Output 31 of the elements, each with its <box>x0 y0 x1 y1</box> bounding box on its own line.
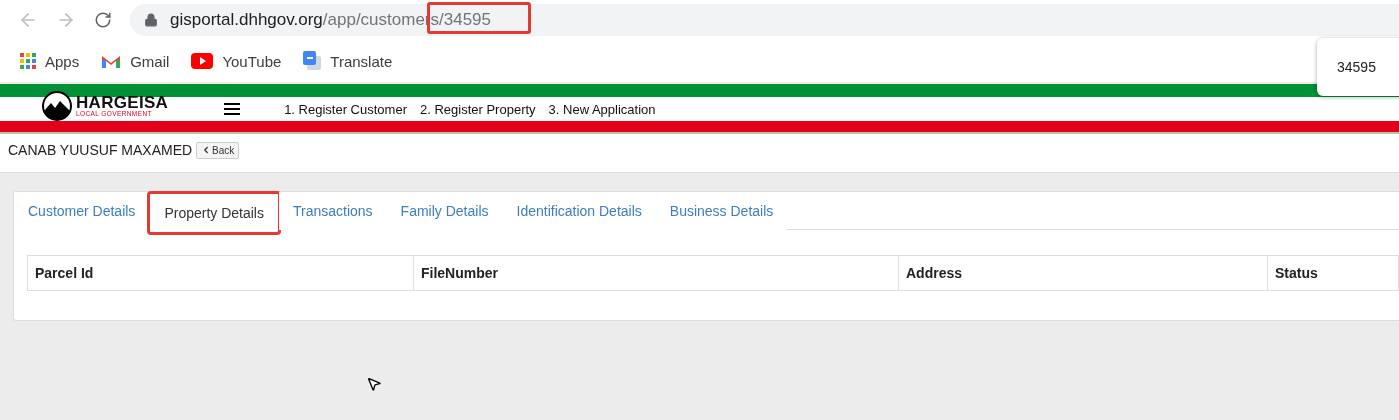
cursor-icon <box>366 376 382 392</box>
url-host: gisportal.dhhgov.org <box>170 10 323 30</box>
nav-link[interactable]: 1. Register Customer <box>284 101 407 117</box>
bookmark-label[interactable]: YouTube <box>222 52 282 70</box>
apps-grid-icon <box>20 53 36 69</box>
tab[interactable]: Property Details <box>149 193 279 233</box>
mail-icon <box>101 53 122 69</box>
bookmark-label[interactable]: Translate <box>330 52 393 70</box>
reload-icon[interactable] <box>94 11 112 29</box>
translate-icon <box>303 51 322 71</box>
bookmark-label[interactable]: Apps <box>45 52 80 70</box>
column-header: FileNumber <box>414 256 899 290</box>
tab[interactable]: Transactions <box>278 192 387 230</box>
tooltip: 34595 <box>1317 38 1399 96</box>
bookmark[interactable]: YouTube <box>191 52 282 70</box>
bookmark[interactable]: Apps <box>20 52 80 70</box>
column-header: Status <box>1268 256 1399 290</box>
tab[interactable]: Customer Details <box>14 192 150 230</box>
bookmark[interactable]: Translate <box>303 51 393 71</box>
bookmark[interactable]: Gmail <box>101 52 170 70</box>
column-header: Address <box>899 256 1268 290</box>
customer-name: CANAB YUUSUF MAXAMED <box>8 142 193 158</box>
menu-icon[interactable] <box>224 103 241 115</box>
play-icon <box>191 53 214 69</box>
column-header: Parcel Id <box>28 256 414 290</box>
logo-title: HARGEISA <box>76 94 169 112</box>
lock-icon <box>144 13 158 27</box>
back-button[interactable]: Back <box>196 141 240 159</box>
bookmark-label[interactable]: Gmail <box>130 52 170 70</box>
nav-link[interactable]: 2. Register Property <box>419 101 536 117</box>
nav-link[interactable]: 3. New Application <box>548 101 656 117</box>
